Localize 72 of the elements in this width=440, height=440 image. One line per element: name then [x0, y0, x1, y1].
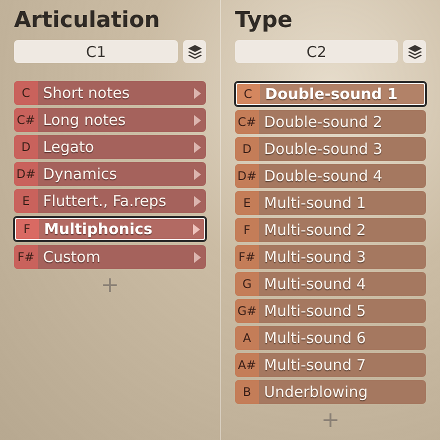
- key-label: A: [235, 326, 259, 350]
- item-label: Double-sound 3: [263, 140, 384, 158]
- key-range-field[interactable]: C1: [14, 40, 178, 63]
- list-item[interactable]: C Double-sound 1: [234, 81, 427, 107]
- key-label: F: [235, 218, 259, 242]
- list-item[interactable]: G Multi-sound 4: [235, 272, 426, 296]
- list-item[interactable]: F Multiphonics: [13, 216, 207, 242]
- list-item[interactable]: D# Dynamics: [14, 162, 206, 186]
- item-label: Short notes: [42, 84, 131, 102]
- list-item[interactable]: E Fluttert., Fa.reps: [14, 189, 206, 213]
- key-label: C#: [14, 108, 38, 132]
- item-label: Multi-sound 2: [263, 221, 367, 239]
- item-label: Multiphonics: [43, 220, 154, 238]
- arrow-icon: [194, 252, 201, 262]
- key-label: E: [14, 189, 38, 213]
- key-label: F#: [14, 245, 38, 269]
- list-item[interactable]: B Underblowing: [235, 380, 426, 404]
- item-label: Double-sound 4: [263, 167, 384, 185]
- item-label: Fluttert., Fa.reps: [42, 192, 168, 210]
- item-label: Dynamics: [42, 165, 118, 183]
- list-item[interactable]: C Short notes: [14, 81, 206, 105]
- arrow-icon: [194, 168, 201, 180]
- item-label: Multi-sound 4: [263, 275, 367, 293]
- item-label: Multi-sound 3: [263, 248, 367, 266]
- key-label: D: [14, 135, 38, 159]
- key-label: G: [235, 272, 259, 296]
- item-label: Underblowing: [263, 383, 369, 401]
- list-item[interactable]: D Legato: [14, 135, 206, 159]
- column-title: Type: [235, 7, 294, 35]
- key-label: D: [235, 137, 259, 161]
- layers-button[interactable]: [183, 40, 206, 63]
- list-item[interactable]: G# Multi-sound 5: [235, 299, 426, 323]
- list-item[interactable]: D# Double-sound 4: [235, 164, 426, 188]
- key-label: F#: [235, 245, 259, 269]
- key-label: G#: [235, 299, 259, 323]
- key-label: F: [15, 218, 39, 240]
- list-item[interactable]: A# Multi-sound 7: [235, 353, 426, 377]
- item-label: Multi-sound 7: [263, 356, 367, 374]
- arrow-icon: [194, 88, 201, 98]
- arrow-icon: [193, 224, 200, 234]
- list-item[interactable]: F Multi-sound 2: [235, 218, 426, 242]
- layers-icon: [186, 44, 202, 60]
- layers-icon: [406, 44, 422, 60]
- arrow-icon: [194, 142, 201, 152]
- item-label: Multi-sound 6: [263, 329, 367, 347]
- key-range-field[interactable]: C2: [235, 40, 398, 63]
- item-label: Custom: [42, 248, 102, 266]
- key-label: C: [236, 83, 260, 105]
- item-label: Double-sound 2: [263, 113, 384, 131]
- key-label: A#: [235, 353, 259, 377]
- layers-button[interactable]: [403, 40, 426, 63]
- item-label: Long notes: [42, 111, 127, 129]
- list-item[interactable]: A Multi-sound 6: [235, 326, 426, 350]
- key-label: B: [235, 380, 259, 404]
- key-label: C: [14, 81, 38, 105]
- arrow-icon: [194, 196, 201, 206]
- key-label: D#: [235, 164, 259, 188]
- list-item[interactable]: F# Multi-sound 3: [235, 245, 426, 269]
- list-item[interactable]: E Multi-sound 1: [235, 191, 426, 215]
- list-item[interactable]: C# Double-sound 2: [235, 110, 426, 134]
- item-label: Legato: [42, 138, 96, 156]
- column-title: Articulation: [14, 7, 161, 35]
- item-label: Multi-sound 1: [263, 194, 367, 212]
- item-label: Multi-sound 5: [263, 302, 367, 320]
- list-item[interactable]: D Double-sound 3: [235, 137, 426, 161]
- key-label: D#: [14, 162, 38, 186]
- arrow-icon: [194, 114, 201, 126]
- item-label: Double-sound 1: [264, 85, 399, 103]
- list-item[interactable]: F# Custom: [14, 245, 206, 269]
- key-label: E: [235, 191, 259, 215]
- key-label: C#: [235, 110, 259, 134]
- list-item[interactable]: C# Long notes: [14, 108, 206, 132]
